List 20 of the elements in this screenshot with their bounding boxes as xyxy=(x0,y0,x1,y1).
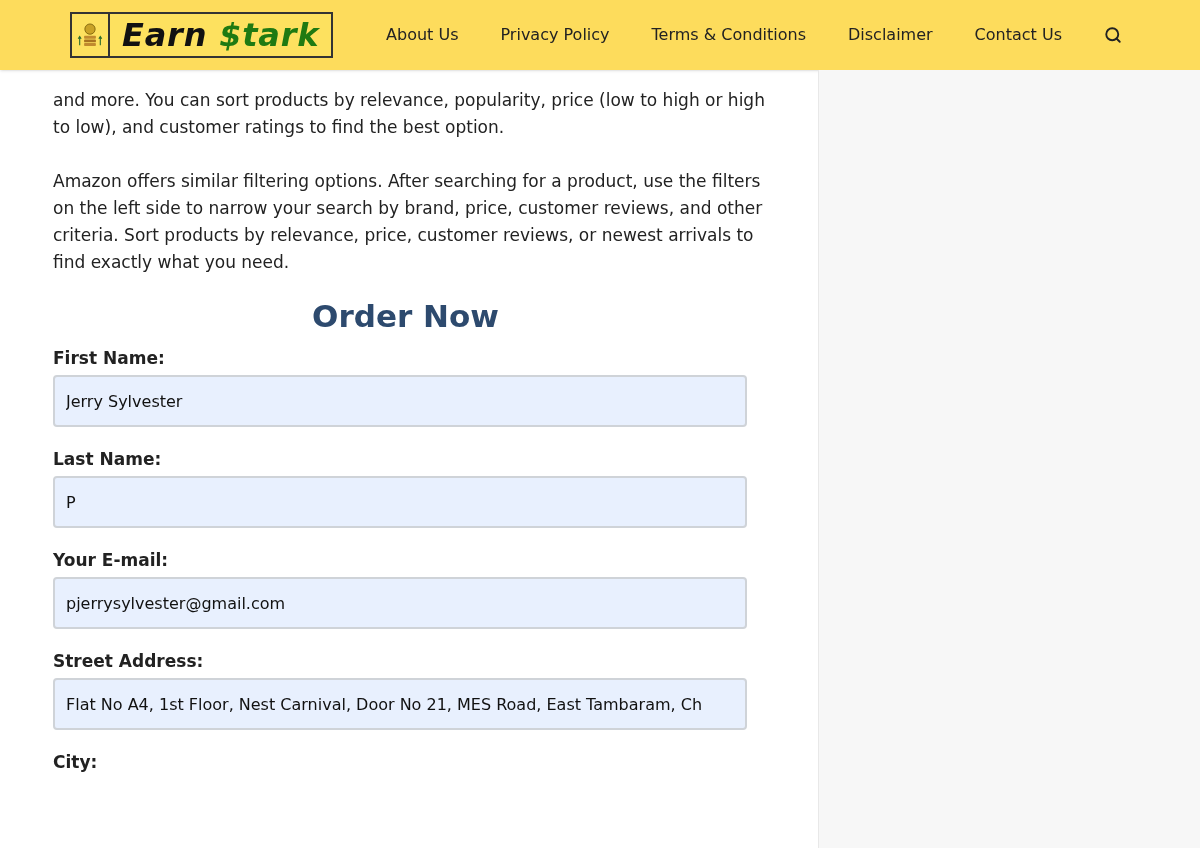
field-label: Last Name: xyxy=(53,449,163,469)
text-field[interactable]: pjerrysylvester@gmail.com xyxy=(53,577,747,629)
field-label: First Name: xyxy=(53,348,166,368)
logo-text: Earn $tark xyxy=(121,19,321,51)
body-paragraph: Amazon offers similar filtering options. After searching for a product, use the filters on the left side to narrow your search by brand, price, customer reviews, and other criteria. Sort products by relevance, price, customer reviews, or newest arrivals to find exactly what you need. xyxy=(53,170,764,274)
nav-link[interactable]: Contact Us xyxy=(974,23,1062,47)
field-label: Street Address: xyxy=(53,651,205,671)
nav-link[interactable]: Disclaimer xyxy=(848,23,933,47)
search-icon[interactable] xyxy=(1104,26,1122,44)
site-logo[interactable]: Earn $tark xyxy=(70,12,334,58)
nav-link[interactable]: Privacy Policy xyxy=(500,23,610,47)
text-field[interactable]: Flat No A4, 1st Floor, Nest Carnival, Door No 21, MES Road, East Tambaram, Ch xyxy=(53,678,747,730)
form-title: Order Now xyxy=(311,303,500,330)
body-paragraph: and more. You can sort products by relevance, popularity, price (low to high or high to low), and customer ratings to find the best option. xyxy=(53,89,766,139)
text-field[interactable]: Jerry Sylvester xyxy=(53,375,747,427)
field-label: City: xyxy=(53,752,99,772)
text-field[interactable]: P xyxy=(53,476,747,528)
field-label: Your E-mail: xyxy=(53,550,170,570)
nav-link[interactable]: Terms & Conditions xyxy=(651,23,806,47)
nav-link[interactable]: About Us xyxy=(386,23,459,47)
